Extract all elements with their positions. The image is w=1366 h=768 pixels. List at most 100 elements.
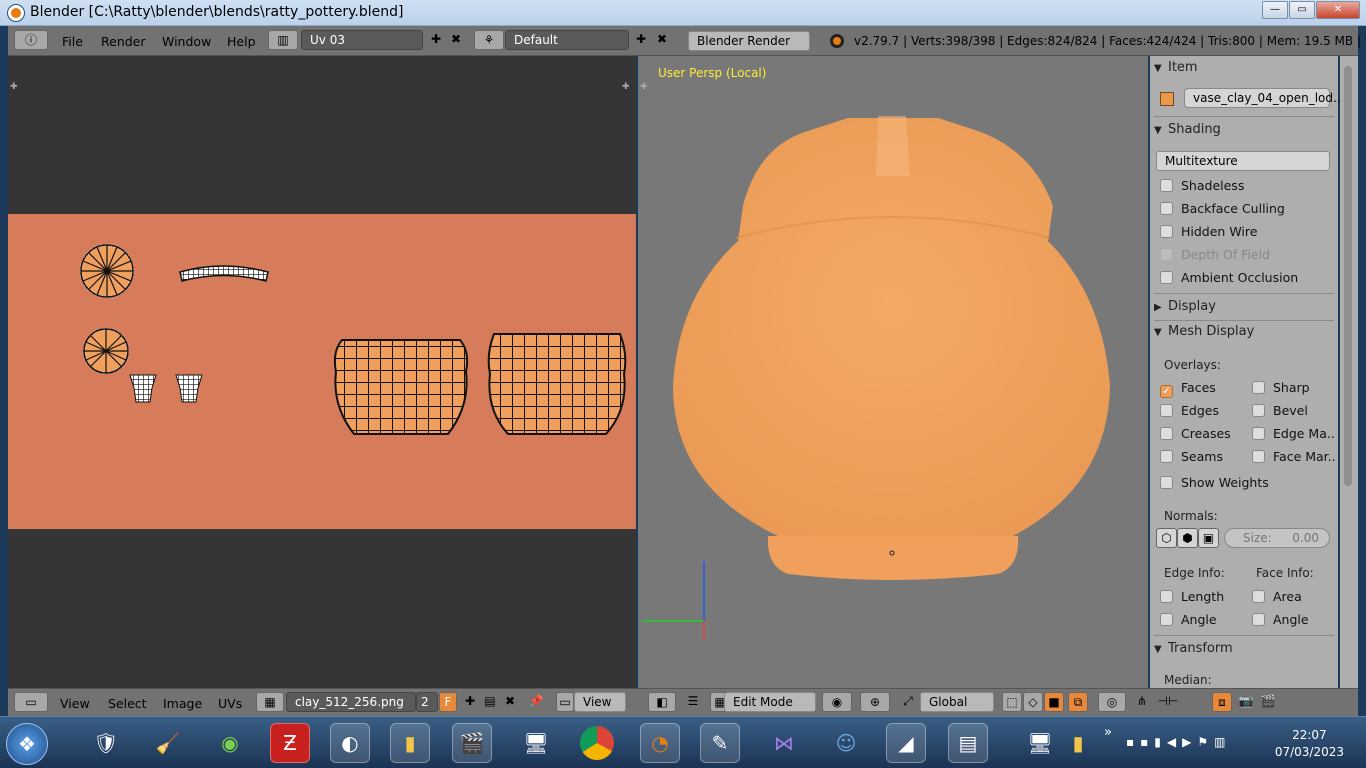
media-player-icon[interactable]: 🎬 [452, 723, 492, 763]
new-image-icon[interactable]: ✚ [460, 692, 480, 712]
scene-icon[interactable]: ⚘ [474, 30, 504, 50]
start-orb-icon[interactable]: ❖ [6, 723, 48, 765]
area-corner-icon[interactable]: ✚ [10, 82, 20, 92]
file-explorer-icon[interactable]: ▮ [390, 723, 430, 763]
chrome-icon[interactable] [580, 726, 614, 760]
transform-panel-header[interactable]: ▼ Transform [1154, 641, 1334, 663]
hidden-wire-checkbox[interactable]: Hidden Wire [1160, 224, 1257, 239]
uv-editor-type-button[interactable]: ▭ [14, 692, 48, 712]
audio-player-icon[interactable]: ◐ [330, 723, 370, 763]
proportional-edit-icon[interactable]: ◎ [1098, 692, 1126, 712]
render-animation-icon[interactable]: 🎬 [1258, 692, 1278, 712]
scene-field[interactable]: Default [505, 30, 629, 50]
view-mode-icon[interactable]: ▭ [556, 692, 574, 712]
pin-image-icon[interactable]: 📌 [526, 692, 546, 712]
edges-checkbox[interactable]: Edges [1160, 403, 1219, 418]
face-normals-icon[interactable]: ▣ [1198, 528, 1219, 548]
minimize-button[interactable]: — [1262, 1, 1288, 19]
graphics-app-icon[interactable]: ✎ [700, 723, 740, 763]
uv-menu-view[interactable]: View [60, 696, 90, 711]
menu-window[interactable]: Window [162, 34, 211, 49]
face-area-checkbox[interactable]: Area [1252, 589, 1302, 604]
normals-size-field[interactable]: Size: 0.00 [1224, 528, 1330, 548]
uv-body-island-right[interactable] [487, 333, 627, 435]
viewport-shading-icon[interactable]: ◉ [822, 692, 852, 712]
edge-select-icon[interactable]: ◇ [1023, 692, 1043, 712]
unlink-image-icon[interactable]: ✖ [500, 692, 520, 712]
remove-scene-icon[interactable]: ✖ [651, 30, 673, 50]
render-icon[interactable]: 📷 [1236, 692, 1256, 712]
uv-body-island-left[interactable] [333, 339, 469, 435]
blender-taskbar-icon[interactable]: ◔ [640, 723, 680, 763]
maximize-button[interactable]: ▭ [1289, 1, 1315, 19]
screen-layout-icon[interactable]: ▥ [268, 30, 298, 50]
scrollbar-thumb[interactable] [1344, 66, 1352, 486]
info-editor-type-button[interactable]: ⓘ [14, 30, 48, 50]
shading-mode-dropdown[interactable]: Multitexture [1156, 151, 1330, 171]
face-marks-checkbox[interactable]: Face Mar.. [1252, 449, 1336, 464]
android-app-icon[interactable]: ◉ [210, 723, 250, 763]
occlude-geometry-icon[interactable]: ⧈ [1212, 692, 1232, 712]
sharp-checkbox[interactable]: Sharp [1252, 380, 1310, 395]
view-mode-dropdown[interactable]: View [574, 692, 626, 712]
remove-screen-icon[interactable]: ✖ [445, 30, 467, 50]
menu-render[interactable]: Render [101, 34, 146, 49]
area-corner-icon[interactable]: ✚ [622, 82, 632, 92]
edge-marks-checkbox[interactable]: Edge Ma.. [1252, 426, 1335, 441]
viewport-menu-toggle-icon[interactable]: ☰ [683, 692, 703, 712]
close-button[interactable]: ✕ [1316, 1, 1360, 19]
visual-studio-icon[interactable]: ⋈ [764, 723, 804, 763]
snap-icon[interactable]: ⋔ [1132, 692, 1152, 712]
uv-menu-image[interactable]: Image [163, 696, 202, 711]
snap-target-icon[interactable]: ⊣⊢ [1154, 692, 1182, 712]
image-browse-icon[interactable]: ▦ [256, 692, 284, 712]
computer-icon[interactable]: 🖥 [1020, 723, 1060, 763]
limit-selection-icon[interactable]: ⧉ [1068, 692, 1088, 712]
tray-overflow-icon[interactable]: » [1104, 725, 1112, 740]
godot-icon[interactable]: ☺ [826, 723, 866, 763]
show-weights-checkbox[interactable]: Show Weights [1160, 475, 1269, 490]
uv-menu-select[interactable]: Select [108, 696, 147, 711]
uv-circle-top[interactable] [80, 244, 134, 298]
folder-icon[interactable]: ▮ [1058, 723, 1098, 763]
object-name-field[interactable]: vase_clay_04_open_lod.. [1184, 88, 1341, 108]
backface-culling-checkbox[interactable]: Backface Culling [1160, 201, 1285, 216]
open-image-icon[interactable]: ▤ [480, 692, 500, 712]
vertex-normals-icon[interactable]: ⬡ [1156, 528, 1177, 548]
shading-panel-header[interactable]: ▼ Shading [1154, 122, 1334, 144]
split-normals-icon[interactable]: ⬢ [1177, 528, 1198, 548]
fake-user-button[interactable]: F [439, 692, 457, 712]
screen-layout-field[interactable]: Uv 03 [301, 30, 423, 50]
render-engine-dropdown[interactable]: Blender Render [688, 31, 810, 51]
uv-strip-rim[interactable] [179, 265, 269, 282]
uv-circle-bottom[interactable] [83, 328, 129, 374]
properties-scrollbar[interactable] [1340, 56, 1358, 688]
shadeless-checkbox[interactable]: Shadeless [1160, 178, 1244, 193]
display-panel-header[interactable]: ▶ Display [1154, 299, 1334, 321]
viewport-editor-type-button[interactable]: ◧ [648, 692, 676, 712]
pivot-point-icon[interactable]: ⊕ [860, 692, 890, 712]
mode-dropdown[interactable]: Edit Mode [724, 692, 816, 712]
add-screen-icon[interactable]: ✚ [425, 30, 447, 50]
vertex-select-icon[interactable]: ⬚ [1002, 692, 1022, 712]
uv-small-island-left[interactable] [129, 374, 157, 403]
faces-checkbox[interactable]: ✓ Faces [1160, 380, 1216, 398]
3d-viewport[interactable]: User Persp (Local) ✚ [638, 56, 1148, 688]
uv-menu-uvs[interactable]: UVs [218, 696, 242, 711]
ccleaner-icon[interactable]: 🧹 [148, 723, 188, 763]
creases-checkbox[interactable]: Creases [1160, 426, 1231, 441]
edge-angle-checkbox[interactable]: Angle [1160, 612, 1217, 627]
bevel-checkbox[interactable]: Bevel [1252, 403, 1308, 418]
uv-small-island-right[interactable] [175, 374, 203, 403]
orientation-dropdown[interactable]: Global [920, 692, 994, 712]
edge-length-checkbox[interactable]: Length [1160, 589, 1224, 604]
menu-file[interactable]: File [62, 34, 83, 49]
filezilla-icon[interactable]: Ƶ [270, 723, 310, 763]
ambient-occlusion-checkbox[interactable]: Ambient Occlusion [1160, 270, 1298, 285]
seams-checkbox[interactable]: Seams [1160, 449, 1223, 464]
mesh-display-panel-header[interactable]: ▼ Mesh Display [1154, 324, 1334, 346]
item-panel-header[interactable]: ▼ Item [1154, 60, 1334, 82]
terminal-icon[interactable]: ▤ [948, 723, 988, 763]
add-scene-icon[interactable]: ✚ [630, 30, 652, 50]
windows-update-icon[interactable]: 🛡 [86, 723, 126, 763]
